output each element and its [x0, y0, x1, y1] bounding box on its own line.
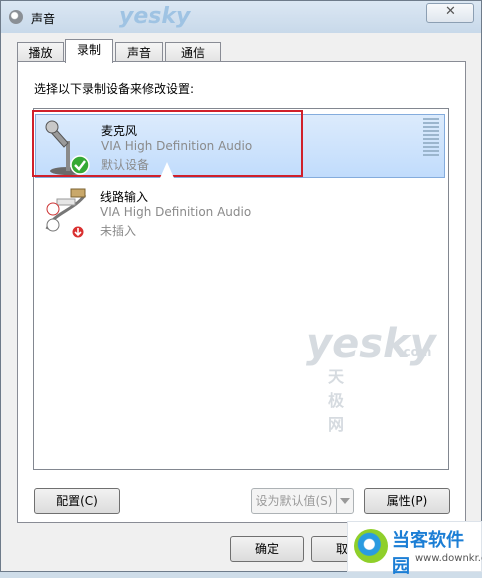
tab-sounds[interactable]: 声音 — [115, 42, 163, 62]
tab-label: 通信 — [180, 46, 205, 60]
tab-label: 录制 — [76, 43, 101, 57]
set-default-button[interactable]: 设为默认值(S) — [251, 488, 354, 514]
configure-button[interactable]: 配置(C) — [34, 488, 120, 514]
line-in-cable-icon — [43, 185, 91, 243]
site-badge-url: www.downkr.com — [415, 553, 482, 564]
tab-label: 声音 — [126, 46, 151, 60]
tab-communications[interactable]: 通信 — [165, 42, 221, 62]
title-bar: 声音 yesky ✕ — [1, 1, 481, 33]
unplugged-badge-icon — [71, 225, 85, 239]
tab-recording[interactable]: 录制 — [65, 39, 113, 63]
site-badge-title: 当客软件园 — [392, 530, 464, 577]
site-badge: 当客软件园 www.downkr.com — [347, 521, 482, 577]
device-status: 未插入 — [100, 224, 137, 238]
sound-dialog: 声音 yesky ✕ 播放 录制 声音 通信 选择以下录制设备来修改设置: 麦克… — [0, 0, 482, 572]
device-item-line-in[interactable]: 线路输入 VIA High Definition Audio 未插入 — [35, 181, 445, 245]
speaker-icon — [9, 10, 23, 24]
title-watermark: yesky — [119, 4, 191, 29]
set-default-dropdown-arrow[interactable] — [336, 489, 353, 513]
watermark-brand: yesky — [306, 321, 436, 367]
tab-label: 播放 — [28, 46, 53, 60]
tab-playback[interactable]: 播放 — [17, 42, 64, 62]
chevron-down-icon — [340, 498, 350, 504]
properties-button[interactable]: 属性(P) — [364, 488, 450, 514]
instruction-text: 选择以下录制设备来修改设置: — [34, 82, 195, 96]
window-title: 声音 — [31, 12, 56, 26]
device-driver: VIA High Definition Audio — [100, 205, 252, 219]
watermark-suffix: .com — [399, 345, 432, 359]
level-meter — [423, 118, 439, 160]
device-name: 线路输入 — [100, 190, 149, 204]
watermark-brand-cn: 天极网 — [328, 367, 345, 434]
close-button[interactable]: ✕ — [426, 3, 474, 23]
mouse-cursor-icon — [160, 162, 174, 178]
close-icon: ✕ — [445, 4, 456, 19]
set-default-label: 设为默认值(S) — [255, 494, 333, 508]
site-logo-icon — [354, 529, 388, 563]
ok-button[interactable]: 确定 — [230, 536, 304, 562]
